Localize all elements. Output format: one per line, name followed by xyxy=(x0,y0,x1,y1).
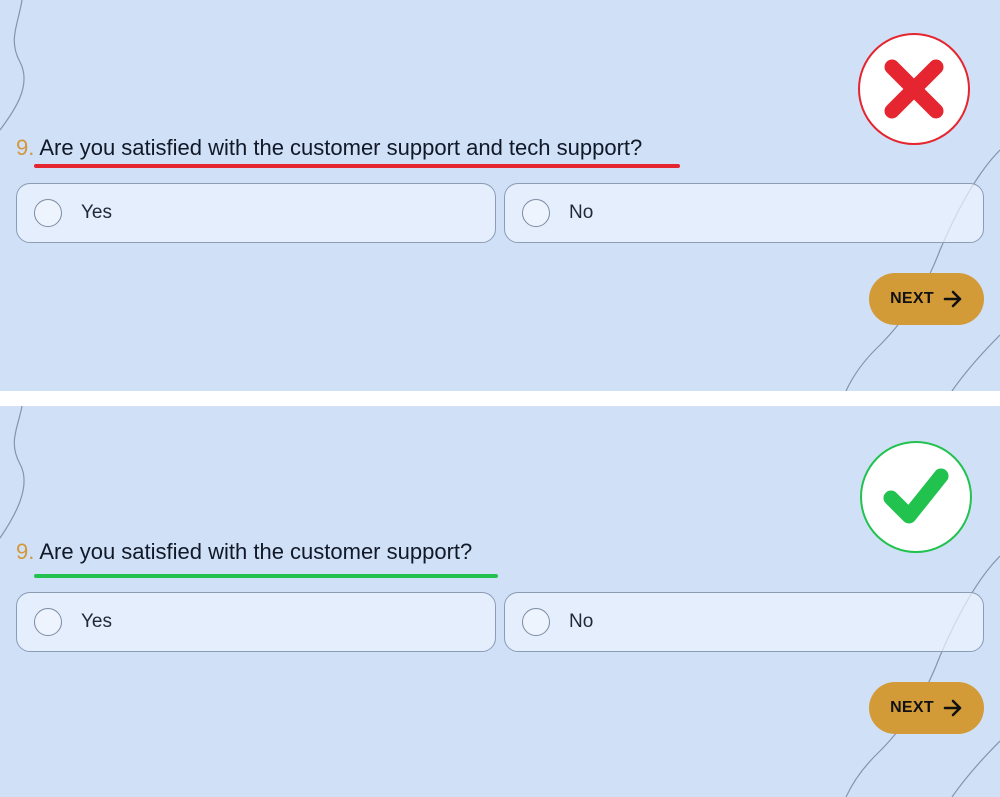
question-heading: 9. Are you satisfied with the customer su… xyxy=(16,539,472,565)
cross-icon xyxy=(884,59,944,119)
next-button[interactable]: NEXT xyxy=(869,682,984,734)
question-heading: 9. Are you satisfied with the customer su… xyxy=(16,135,642,161)
option-yes[interactable]: Yes xyxy=(16,183,496,243)
arrow-right-icon xyxy=(943,699,962,717)
arrow-right-icon xyxy=(943,290,962,308)
next-button-label: NEXT xyxy=(890,699,934,716)
question-text: Are you satisfied with the customer supp… xyxy=(39,135,643,160)
option-label: No xyxy=(569,611,594,632)
question-number: 9. xyxy=(16,539,35,564)
radio-button[interactable] xyxy=(34,608,62,636)
option-label: No xyxy=(569,202,594,223)
incorrect-badge xyxy=(858,33,970,145)
radio-button[interactable] xyxy=(34,199,62,227)
option-yes[interactable]: Yes xyxy=(16,592,496,652)
next-button-label: NEXT xyxy=(890,290,934,307)
next-button[interactable]: NEXT xyxy=(869,273,984,325)
option-label: Yes xyxy=(81,611,112,632)
correct-example-panel: 9. Are you satisfied with the customer su… xyxy=(0,406,1000,797)
radio-button[interactable] xyxy=(522,608,550,636)
option-no[interactable]: No xyxy=(504,183,984,243)
radio-button[interactable] xyxy=(522,199,550,227)
question-underline-green xyxy=(34,574,498,578)
question-text: Are you satisfied with the customer supp… xyxy=(39,539,473,564)
option-no[interactable]: No xyxy=(504,592,984,652)
incorrect-example-panel: 9. Are you satisfied with the customer su… xyxy=(0,0,1000,391)
option-label: Yes xyxy=(81,202,112,223)
checkmark-icon xyxy=(883,468,949,524)
question-underline-red xyxy=(34,164,680,168)
correct-badge xyxy=(860,441,972,553)
question-number: 9. xyxy=(16,135,35,160)
